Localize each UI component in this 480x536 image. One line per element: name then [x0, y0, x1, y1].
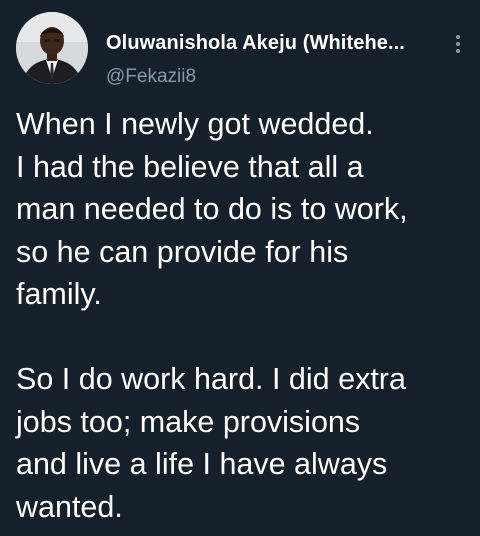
tweet-line: jobs too; make provisions — [16, 404, 361, 439]
author-handle[interactable]: @Fekazii8 — [106, 66, 196, 88]
author-name[interactable]: Oluwanishola Akeju (Whitehe... — [106, 32, 405, 55]
tweet-text: When I newly got wedded. I had the belie… — [16, 103, 466, 528]
tweet-header: Oluwanishola Akeju (Whitehe... @Fekazii8 — [16, 12, 468, 88]
more-options-icon[interactable] — [448, 32, 468, 56]
tweet-line: man needed to do is to work, — [16, 192, 408, 226]
tweet-paragraph: When I newly got wedded. I had the belie… — [16, 103, 466, 316]
tweet-line: When I newly got wedded. — [16, 107, 374, 141]
tweet-card: Oluwanishola Akeju (Whitehe... @Fekazii8… — [0, 0, 480, 536]
tweet-line: So I do work hard. I did extra — [16, 362, 406, 396]
tweet-line: I had the believe that all a — [16, 149, 364, 184]
tweet-paragraph: So I do work hard. I did extra jobs too;… — [16, 358, 466, 528]
tweet-line: wanted. — [16, 489, 123, 524]
profile-photo-icon — [16, 12, 88, 84]
avatar[interactable] — [16, 12, 88, 84]
tweet-line: so he can provide for his — [16, 234, 349, 269]
tweet-line: and live a life I have always — [16, 447, 388, 481]
tweet-line: family. — [16, 277, 102, 311]
